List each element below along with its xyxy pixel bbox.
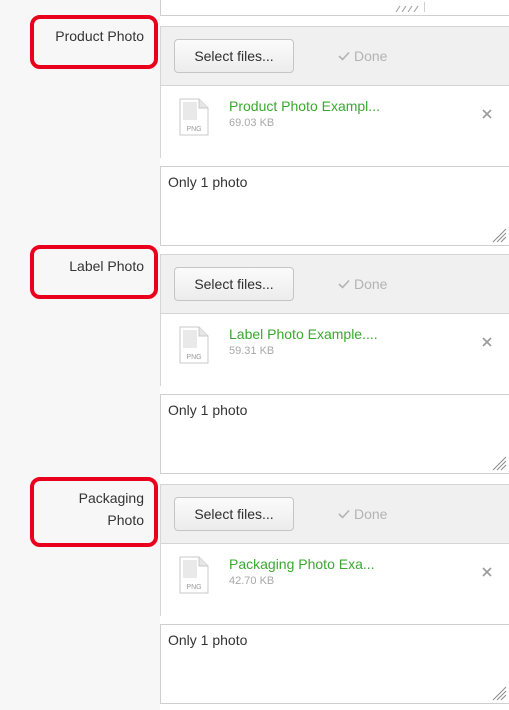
- check-icon: [338, 51, 350, 61]
- product-photo-upload: Select files... Done PNG Product Photo E…: [160, 26, 509, 158]
- label-column: [0, 0, 160, 710]
- note-text: Only 1 photo: [168, 174, 248, 190]
- done-label: Done: [354, 506, 388, 522]
- packaging-photo-label: Packaging Photo: [30, 477, 158, 547]
- png-file-icon: PNG: [179, 98, 209, 136]
- upload-toolbar: Select files... Done: [161, 485, 509, 544]
- file-size: 69.03 KB: [229, 117, 275, 129]
- close-icon[interactable]: [479, 564, 495, 580]
- product-photo-label: Product Photo: [30, 15, 158, 69]
- upload-toolbar: Select files... Done: [161, 27, 509, 86]
- done-button[interactable]: Done: [338, 275, 387, 293]
- resize-grip-icon[interactable]: [491, 455, 507, 471]
- label-photo-upload: Select files... Done PNG Label Photo Exa…: [160, 254, 509, 386]
- file-size: 42.70 KB: [229, 575, 275, 587]
- check-icon: [338, 279, 350, 289]
- select-files-button[interactable]: Select files...: [174, 39, 294, 73]
- done-label: Done: [354, 48, 388, 64]
- file-type: PNG: [186, 126, 201, 133]
- resize-grip-icon[interactable]: [491, 685, 507, 701]
- product-photo-note[interactable]: Only 1 photo: [160, 166, 509, 246]
- file-name[interactable]: Packaging Photo Exa...: [229, 555, 375, 573]
- png-file-icon: PNG: [179, 326, 209, 364]
- note-text: Only 1 photo: [168, 632, 248, 648]
- label-text: Product Photo: [55, 28, 144, 44]
- close-icon[interactable]: [479, 334, 495, 350]
- file-list-item: PNG Label Photo Example.... 59.31 KB: [161, 314, 509, 386]
- file-name[interactable]: Product Photo Exampl...: [229, 97, 380, 115]
- file-list-item: PNG Packaging Photo Exa... 42.70 KB: [161, 544, 509, 616]
- label-photo-note[interactable]: Only 1 photo: [160, 394, 509, 474]
- select-files-button[interactable]: Select files...: [174, 267, 294, 301]
- previous-note-fragment[interactable]: [160, 0, 509, 16]
- upload-toolbar: Select files... Done: [161, 255, 509, 314]
- file-type: PNG: [186, 584, 201, 591]
- close-icon[interactable]: [479, 106, 495, 122]
- done-button[interactable]: Done: [338, 47, 387, 65]
- label-text-line1: Packaging: [78, 490, 144, 506]
- label-photo-label: Label Photo: [30, 245, 158, 299]
- label-text-line2: Photo: [107, 512, 144, 528]
- file-size: 59.31 KB: [229, 345, 275, 357]
- packaging-photo-note[interactable]: Only 1 photo: [160, 624, 509, 704]
- check-icon: [338, 509, 350, 519]
- resize-grip-icon[interactable]: [491, 227, 507, 243]
- file-name[interactable]: Label Photo Example....: [229, 325, 378, 343]
- file-type: PNG: [186, 354, 201, 361]
- done-button[interactable]: Done: [338, 505, 387, 523]
- done-label: Done: [354, 276, 388, 292]
- note-text: Only 1 photo: [168, 402, 248, 418]
- packaging-photo-upload: Select files... Done PNG Packaging Photo…: [160, 484, 509, 616]
- select-files-button[interactable]: Select files...: [174, 497, 294, 531]
- png-file-icon: PNG: [179, 556, 209, 594]
- resize-grip-icon: [395, 2, 425, 12]
- label-text: Label Photo: [69, 258, 144, 274]
- file-list-item: PNG Product Photo Exampl... 69.03 KB: [161, 86, 509, 158]
